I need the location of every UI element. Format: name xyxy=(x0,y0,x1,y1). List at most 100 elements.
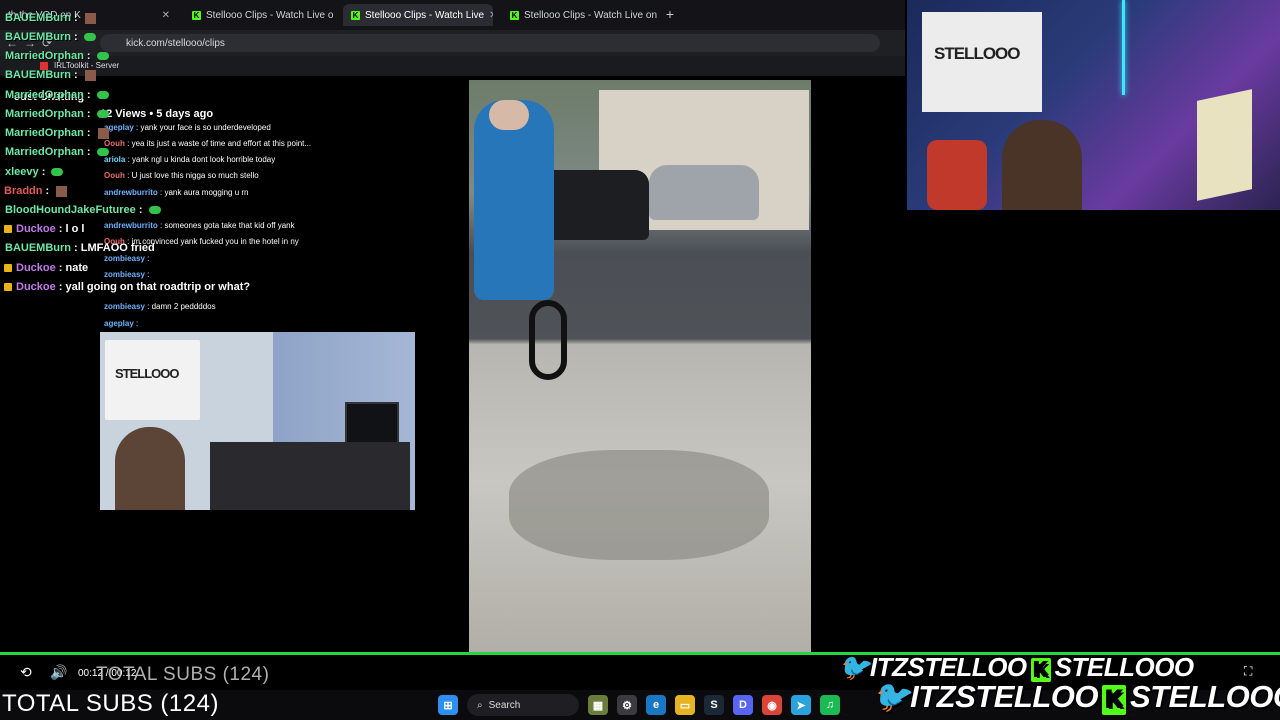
edge-icon[interactable]: e xyxy=(646,695,666,715)
new-tab-button[interactable]: + xyxy=(662,6,678,22)
chat-username: MarriedOrphan xyxy=(5,50,84,62)
sub-badge-icon xyxy=(4,264,12,273)
overlay-chat-message: Duckoe : nate xyxy=(4,262,88,274)
url-field[interactable]: kick.com/stellooo/clips xyxy=(100,34,880,52)
chat-separator: : xyxy=(124,139,132,148)
chat-username: Braddn xyxy=(4,185,43,197)
total-subs-label: TOTAL SUBS (124) xyxy=(2,690,219,717)
kick-chat-message: ageplay : xyxy=(104,319,138,328)
volume-icon[interactable]: 🔊 xyxy=(50,664,67,681)
chat-text: yall going on that roadtrip or what? xyxy=(65,281,251,293)
emote-icon xyxy=(148,206,161,215)
chat-username[interactable]: Oouh xyxy=(104,171,125,180)
emote-icon xyxy=(96,52,109,61)
kick-chat-message: zombieasy : damn 2 peddddos xyxy=(104,302,216,311)
chat-text: U just love this nigga so much stello xyxy=(131,171,259,180)
telegram-icon[interactable]: ➤ xyxy=(791,695,811,715)
chat-username[interactable]: andrewburrito xyxy=(104,188,158,197)
chat-username[interactable]: zombieasy xyxy=(104,302,145,311)
browser-tab-strip: th the VOD on K ✕ K Stellooo Clips - Wat… xyxy=(0,0,905,30)
chat-username[interactable]: zombieasy xyxy=(104,270,145,279)
windows-icon[interactable]: ⊞ xyxy=(438,695,458,715)
sub-badge-icon xyxy=(4,225,12,234)
chat-separator: : xyxy=(55,223,66,235)
files-icon[interactable]: ▦ xyxy=(588,695,608,715)
emote-icon xyxy=(96,148,109,157)
chat-separator: : xyxy=(71,69,81,81)
emote-icon xyxy=(96,110,109,119)
fullscreen-icon[interactable]: ⛶ xyxy=(1244,664,1258,678)
chat-separator: : xyxy=(135,204,146,216)
emote-icon xyxy=(84,12,96,24)
overlay-chat-message: Duckoe : l o l xyxy=(4,223,84,235)
chat-username: MarriedOrphan xyxy=(5,127,84,139)
kick-chat-message: andrewburrito : yank aura mogging u rn xyxy=(104,188,249,197)
chat-separator: : xyxy=(38,166,49,178)
clip-webcam: STELLOOO xyxy=(100,332,415,510)
chat-separator: : xyxy=(83,50,94,62)
overlay-chat-message: Duckoe : yall going on that roadtrip or … xyxy=(4,281,250,293)
overlay-chat-message: MarriedOrphan : xyxy=(5,127,109,139)
chat-username[interactable]: zombieasy xyxy=(104,254,145,263)
kick-chat-message: ageplay : yank your face is so underdeve… xyxy=(104,123,271,132)
chat-username: xleevy xyxy=(5,166,39,178)
led-strip xyxy=(1122,0,1125,95)
tab-label: Stellooo Clips - Watch Live on xyxy=(206,9,334,21)
chat-separator: : xyxy=(133,319,139,328)
steam-icon[interactable]: S xyxy=(704,695,724,715)
emote-icon xyxy=(56,185,68,197)
browser-tab[interactable]: K Stellooo Clips - Watch Live on ✕ xyxy=(502,4,657,26)
streamer xyxy=(1002,120,1082,210)
overlay-chat-message: BAUEMBurn : xyxy=(5,12,96,24)
close-tab-icon[interactable]: ✕ xyxy=(162,10,170,21)
silver-car xyxy=(649,165,759,220)
overlay-chat-message: BloodHoundJakeFuturee : xyxy=(5,204,161,216)
gaming-chair xyxy=(927,140,987,210)
folder-icon[interactable]: ▭ xyxy=(675,695,695,715)
chat-separator: : xyxy=(144,254,150,263)
chat-text: LMFAOO fried xyxy=(80,242,155,254)
bike-wheel xyxy=(529,300,567,380)
total-subs-overlay: TOTAL SUBS (124) xyxy=(96,664,270,685)
chat-separator: : xyxy=(124,171,132,180)
emote-icon xyxy=(97,127,109,139)
clip-video[interactable] xyxy=(469,80,811,655)
search-label: Search xyxy=(488,699,521,711)
clip-views: 12 Views • 5 days ago xyxy=(100,108,214,120)
chat-username: MarriedOrphan xyxy=(5,146,84,158)
browser-tab[interactable]: K Stellooo Clips - Watch Live on ✕ xyxy=(184,4,334,26)
overlay-chat-message: Braddn : xyxy=(4,185,68,197)
overlay-chat-message: BAUEMBurn : xyxy=(5,31,96,43)
overlay-chat-message: MarriedOrphan : xyxy=(5,146,109,158)
chrome-icon[interactable]: ◉ xyxy=(762,695,782,715)
discord-icon[interactable]: D xyxy=(733,695,753,715)
chat-separator: : xyxy=(42,185,53,197)
address-bar-row: ←→⟳ kick.com/stellooo/clips xyxy=(0,30,905,56)
kick-chat-message: Oouh : U just love this nigga so much st… xyxy=(104,171,259,180)
chat-separator: : xyxy=(144,270,150,279)
settings-icon[interactable]: ⚙ xyxy=(617,695,637,715)
chat-separator: : xyxy=(125,155,133,164)
kick-chat-message: ariola : yank ngl u kinda dont look horr… xyxy=(104,155,275,164)
overlay-chat-message: BAUEMBurn : LMFAOO fried xyxy=(5,242,155,254)
browser-tab-active[interactable]: K Stellooo Clips - Watch Live ✕ xyxy=(343,4,493,26)
chat-username: MarriedOrphan xyxy=(5,89,84,101)
streamer xyxy=(115,427,185,510)
chat-username: BAUEMBurn xyxy=(5,12,71,24)
search-icon: ⌕ xyxy=(477,699,483,711)
taskbar-search[interactable]: ⌕ Search xyxy=(467,694,579,716)
chat-username[interactable]: ageplay xyxy=(104,319,134,328)
spotify-icon[interactable]: ♫ xyxy=(820,695,840,715)
overlay-chat-message: MarriedOrphan : xyxy=(5,89,109,101)
replay-icon[interactable]: ⟲ xyxy=(20,664,32,681)
overlay-chat-message: MarriedOrphan : xyxy=(5,50,109,62)
chat-separator: : xyxy=(55,281,66,293)
chat-text: yank your face is so underdeveloped xyxy=(140,123,271,132)
desk xyxy=(210,442,410,510)
chat-username[interactable]: andrewburrito xyxy=(104,221,158,230)
wet-sidewalk xyxy=(509,450,769,560)
twitter-icon: 🐦 xyxy=(838,652,870,682)
chat-username: Duckoe xyxy=(16,223,56,235)
close-tab-icon[interactable]: ✕ xyxy=(489,10,493,21)
chat-text: yank ngl u kinda dont look horrible toda… xyxy=(132,155,276,164)
